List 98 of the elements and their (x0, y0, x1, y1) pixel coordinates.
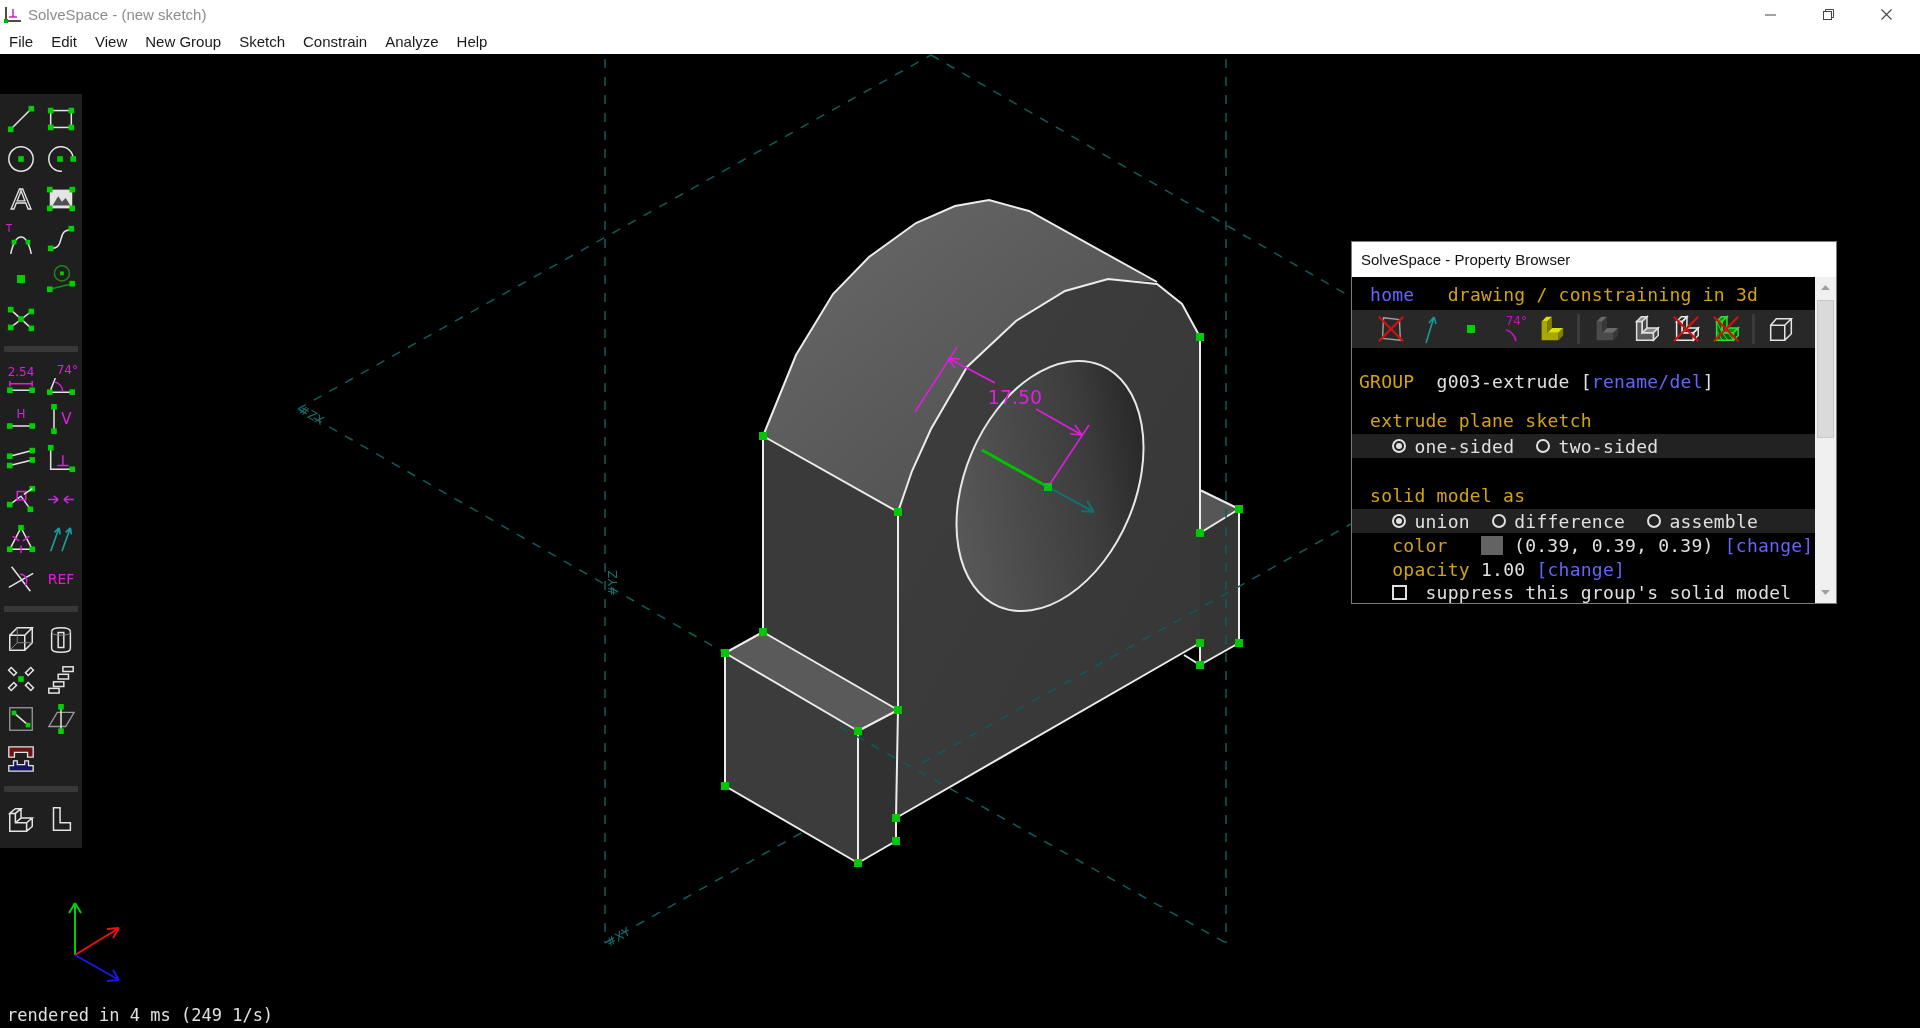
menu-item[interactable]: New Group (136, 29, 231, 54)
plane-label: #XY (603, 924, 633, 950)
line-segment-icon (6, 104, 36, 134)
change-link[interactable]: [change] (1724, 534, 1814, 556)
field-value: (0.39, 0.39, 0.39) (1514, 534, 1714, 556)
point-marker (721, 649, 729, 657)
menu-item[interactable]: Sketch (230, 29, 294, 54)
checkbox-label[interactable]: suppress this group's solid model (1425, 582, 1792, 603)
bracket-part-icon (6, 744, 36, 774)
menu-item[interactable]: Constrain (294, 29, 377, 54)
option-label[interactable]: difference (1514, 510, 1626, 532)
point-marker (894, 508, 902, 516)
option-label[interactable]: assemble (1669, 510, 1759, 532)
menu-item[interactable]: Edit (42, 29, 87, 54)
inward-arrows-icon (46, 493, 76, 505)
up-caret-icon (1821, 285, 1830, 290)
group-action-link[interactable]: rename (1591, 371, 1659, 392)
distance-tool-button[interactable]: 2.54 (1, 359, 41, 399)
stairs-icon (46, 664, 76, 694)
perpendicular-icon (46, 444, 76, 474)
down-caret-icon (1821, 590, 1830, 595)
crossing-lines-icon (6, 304, 36, 334)
cube-icon (6, 624, 36, 654)
point-marker (1196, 529, 1204, 537)
menu-item[interactable]: File (0, 29, 43, 54)
point-marker (1196, 661, 1204, 669)
field-label: opacity (1392, 559, 1470, 580)
close-icon (1880, 9, 1892, 20)
menu-item[interactable]: Analyze (376, 29, 448, 54)
section-title: extrude plane sketch (1370, 410, 1592, 431)
horizontal-tool-button[interactable]: H (1, 399, 41, 439)
color-swatch-icon (1480, 535, 1503, 555)
window-title: SolveSpace - Property Browser (1361, 251, 1571, 268)
option-label[interactable]: one-sided (1414, 435, 1515, 457)
option-label[interactable]: two-sided (1558, 435, 1659, 457)
scroll-thumb[interactable] (1817, 300, 1834, 438)
point-on-line-icon (6, 484, 36, 514)
tangent-arc-tool-button[interactable]: T (1, 219, 41, 259)
link-divider: / (1658, 371, 1670, 392)
field-label: color (1392, 534, 1448, 556)
menu-item[interactable]: View (86, 29, 137, 54)
radio-button[interactable] (1536, 439, 1551, 453)
crossed-arc-icon (6, 564, 36, 594)
minimize-icon (1764, 13, 1776, 16)
point-marker (854, 859, 862, 867)
restore-icon (1822, 9, 1834, 20)
point-marker (854, 727, 862, 735)
status-text: rendered in 4 ms (249 1/s) (7, 1005, 274, 1025)
group-label: GROUP (1359, 371, 1415, 392)
point-icon (17, 275, 25, 283)
curve-icon (46, 224, 76, 254)
point-marker (721, 782, 729, 790)
option-label[interactable]: union (1414, 510, 1470, 532)
section-heading: drawing / constraining in 3d (1447, 284, 1759, 305)
plane-label: #ZX (296, 402, 327, 428)
bracket-text: [ (1580, 371, 1592, 392)
point-marker (1235, 505, 1243, 513)
group-action-link[interactable]: del (1669, 371, 1703, 392)
point-marker (759, 432, 767, 440)
angle-icon (46, 377, 76, 395)
text-tool-button[interactable]: A (1, 179, 41, 219)
picture-icon (46, 184, 76, 214)
field-value: 1.00 (1480, 559, 1526, 580)
home-link[interactable]: home (1370, 284, 1415, 305)
change-link[interactable]: [change] (1536, 559, 1626, 580)
window-title: SolveSpace - (new sketch) (28, 6, 207, 23)
menu-item[interactable]: Help (447, 29, 497, 54)
bracket-text: ] (1702, 371, 1714, 392)
point-marker (894, 706, 902, 714)
point-marker (1196, 639, 1204, 647)
vertical-tool-button[interactable]: V (41, 399, 81, 439)
point-marker (892, 814, 900, 822)
circle-line-icon (46, 264, 76, 294)
radio-button[interactable] (1392, 439, 1407, 453)
group-name: g003-extrude (1436, 371, 1570, 392)
angle-tool-button[interactable]: 74° (41, 359, 81, 399)
rotated-tiles-icon (6, 664, 36, 694)
checkbox[interactable] (1392, 585, 1408, 600)
scrollbar[interactable] (1815, 277, 1836, 603)
dimension-line-icon (6, 379, 36, 393)
point-marker (892, 837, 900, 845)
section-title: solid model as (1370, 485, 1526, 506)
circle-icon (6, 144, 36, 174)
point-marker (1044, 483, 1052, 491)
radio-button[interactable] (1647, 514, 1662, 528)
radio-button[interactable] (1392, 514, 1407, 528)
plane-line-icon (46, 704, 76, 734)
plane-label: #YZ (606, 570, 620, 596)
point-marker (759, 628, 767, 636)
horizontal-line-icon (6, 422, 36, 430)
app-logo-icon (3, 5, 21, 24)
arc-icon (46, 144, 76, 174)
vertical-line-icon (50, 404, 59, 434)
point-marker (1235, 639, 1243, 647)
point-marker (1196, 333, 1204, 341)
triangle-icon (6, 524, 36, 554)
radio-button[interactable] (1492, 514, 1507, 528)
reference-tool-button[interactable]: REF (41, 559, 81, 599)
